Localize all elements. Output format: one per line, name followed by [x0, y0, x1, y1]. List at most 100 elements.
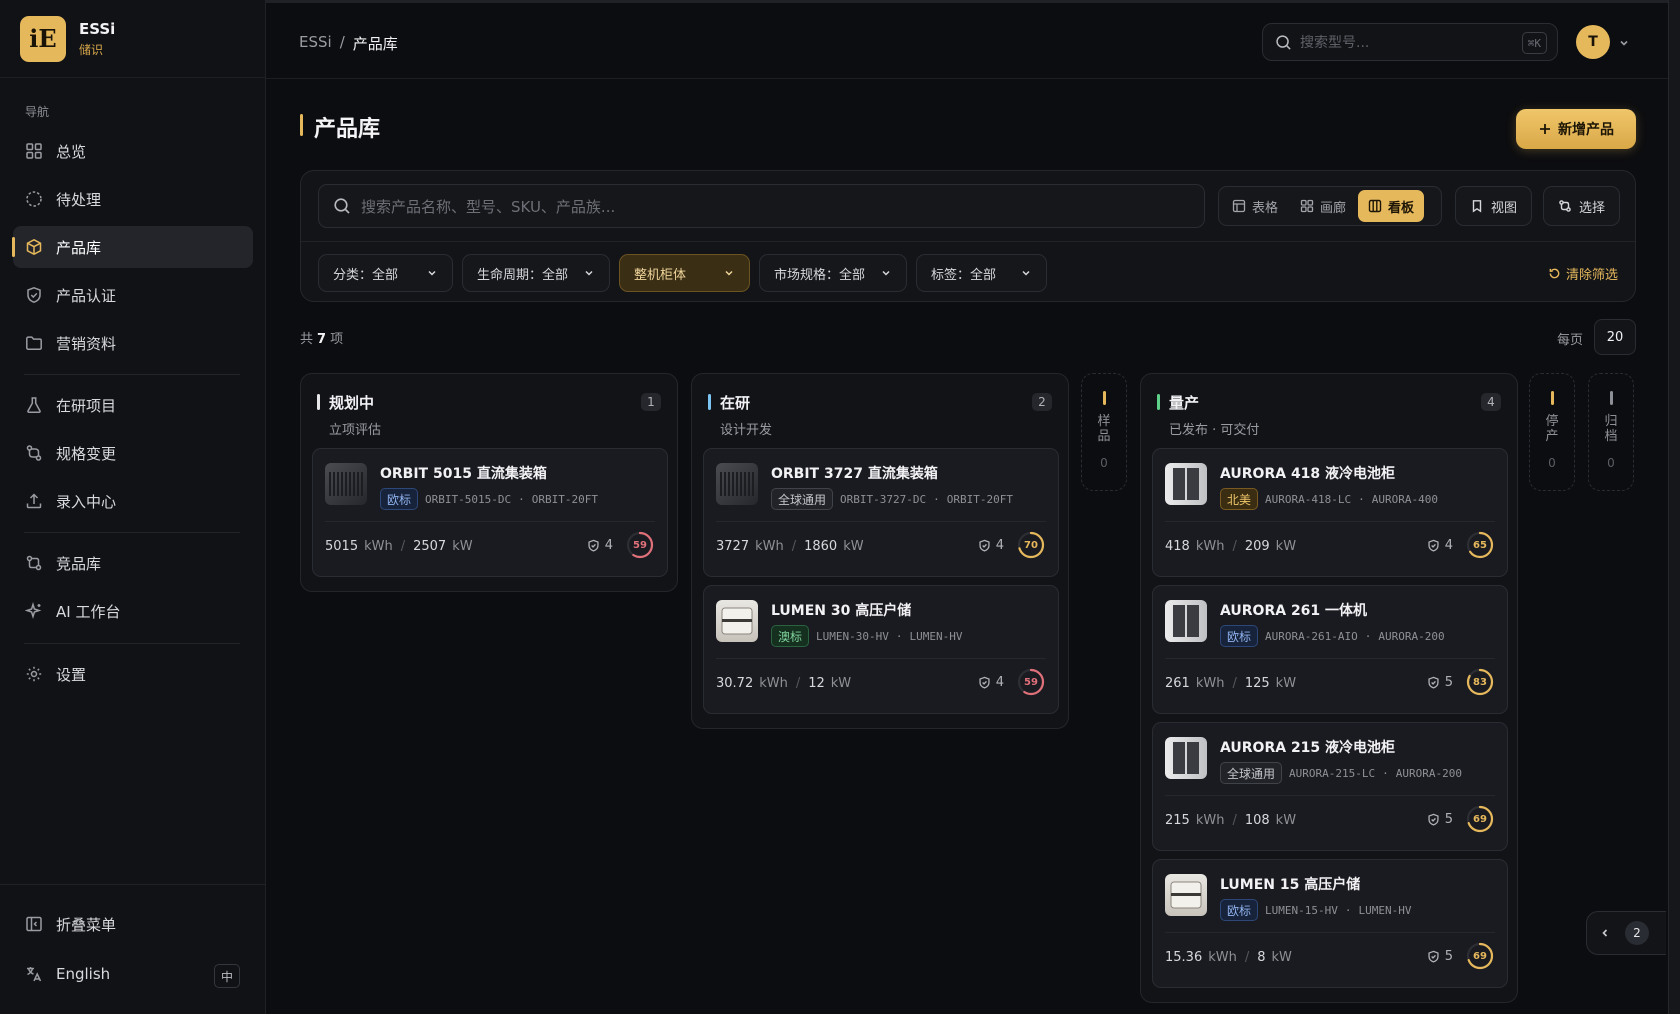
product-search-input[interactable]: 搜索产品名称、型号、SKU、产品族...: [318, 184, 1205, 228]
sidebar-item-marketing[interactable]: 营销资料: [13, 322, 253, 364]
product-thumbnail: [1165, 463, 1207, 505]
sidebar-item-settings[interactable]: 设置: [13, 653, 253, 695]
sidebar-item-pending[interactable]: 待处理: [13, 178, 253, 220]
product-specs: 3727 kWh / 1860 kW: [716, 539, 864, 554]
collapsed-column-count: 0: [1607, 456, 1615, 470]
sparkle-icon: [25, 602, 42, 620]
scrollbar[interactable]: [1668, 0, 1680, 1014]
table-icon: [1232, 199, 1246, 213]
collapse-menu-label: 折叠菜单: [56, 915, 117, 934]
view-table-button[interactable]: 表格: [1222, 190, 1288, 222]
chevron-down-icon: [882, 270, 890, 276]
column-title: 规划中: [317, 392, 374, 413]
power-unit: kW: [452, 539, 473, 554]
plus-icon: [1540, 124, 1550, 134]
per-page-select[interactable]: 20: [1594, 319, 1636, 355]
global-search-input[interactable]: 搜索型号... ⌘K: [1262, 23, 1558, 61]
product-sku: ORBIT-5015-DC: [425, 492, 512, 506]
sidebar-item-competitors[interactable]: 竞品库: [13, 542, 253, 584]
card-divider: [716, 521, 1046, 522]
sidebar-item-label: 规格变更: [56, 444, 117, 463]
saved-view-button[interactable]: 视图: [1455, 186, 1532, 226]
pending-icon: [26, 191, 42, 207]
avatar[interactable]: T: [1576, 25, 1610, 59]
product-meta: 欧标 LUMEN-15-HV · LUMEN-HV: [1220, 899, 1411, 921]
product-meta: 全球通用 ORBIT-3727-DC · ORBIT-20FT: [771, 488, 1013, 510]
product-thumbnail: [716, 463, 758, 505]
collapsed-column-count: 0: [1548, 456, 1556, 470]
product-family: LUMEN-HV: [909, 629, 963, 643]
score-value: 65: [1473, 539, 1487, 551]
product-card[interactable]: LUMEN 15 高压户储 欧标 LUMEN-15-HV · LUMEN-HV 15.36…: [1152, 859, 1508, 988]
grid-icon: [26, 143, 42, 159]
filter-tag-dropdown[interactable]: 标签：全部: [916, 254, 1047, 292]
power-unit: kW: [1275, 539, 1297, 554]
brand-subtitle: 储识: [79, 42, 104, 57]
certification-count: 5: [1427, 812, 1453, 827]
sidebar-item-overview[interactable]: 总览: [13, 130, 253, 172]
chevron-left-icon[interactable]: [1599, 927, 1611, 939]
upload-icon: [26, 493, 42, 509]
select-mode-button[interactable]: 选择: [1543, 186, 1620, 226]
product-card[interactable]: ORBIT 3727 直流集装箱 全球通用 ORBIT-3727-DC · ORBIT-…: [703, 448, 1059, 577]
clear-filters-button[interactable]: 清除筛选: [1548, 264, 1618, 283]
product-card[interactable]: LUMEN 30 高压户储 澳标 LUMEN-30-HV · LUMEN-HV 30.72…: [703, 585, 1059, 714]
product-card[interactable]: AURORA 261 一体机 欧标 AURORA-261-AIO · AURORA-20…: [1152, 585, 1508, 714]
collapse-menu-button[interactable]: 折叠菜单: [13, 903, 253, 945]
sidebar-item-entry-center[interactable]: 录入中心: [13, 480, 253, 522]
column-count-badge: 4: [1481, 393, 1501, 411]
collapsed-column-label: 停产: [1545, 414, 1559, 444]
energy-value: 30.72: [716, 676, 754, 691]
kanban-column: 规划中 立项评估 1 ORBIT 5015 直流集装箱 欧标 ORBIT-5015-DC ·…: [300, 373, 678, 592]
filter-form-factor-dropdown[interactable]: 整机柜体: [619, 254, 750, 292]
add-product-button[interactable]: 新增产品: [1516, 109, 1636, 149]
count-value: 7: [317, 332, 327, 347]
product-card[interactable]: AURORA 215 液冷电池柜 全球通用 AURORA-215-LC · AURORA…: [1152, 722, 1508, 851]
sidebar-item-label: 营销资料: [56, 334, 117, 353]
filter-form-factor-label: 整机柜体: [634, 267, 687, 283]
sidebar-item-ai-workbench[interactable]: AI 工作台: [13, 590, 253, 632]
chevron-down-icon[interactable]: [1618, 37, 1630, 49]
search-icon: [334, 198, 350, 214]
saved-view-label: 视图: [1490, 200, 1517, 216]
product-meta: 欧标 ORBIT-5015-DC · ORBIT-20FT: [380, 488, 598, 510]
filter-market-dropdown[interactable]: 市场规格：全部: [759, 254, 907, 292]
column-color-bar: [1609, 391, 1613, 405]
energy-unit: kWh: [364, 539, 393, 554]
collapsed-column[interactable]: 停产 0: [1529, 373, 1575, 491]
sidebar-item-spec-changes[interactable]: 规格变更: [13, 432, 253, 474]
breadcrumb-root[interactable]: ESSi: [299, 33, 332, 54]
brand[interactable]: iE ESSi 储识: [0, 0, 265, 78]
git-compare-icon: [26, 445, 42, 461]
breadcrumb: ESSi / 产品库: [299, 33, 398, 54]
product-card[interactable]: ORBIT 5015 直流集装箱 欧标 ORBIT-5015-DC · ORBIT-20…: [312, 448, 668, 577]
product-thumbnail: [1165, 737, 1207, 779]
product-card[interactable]: AURORA 418 液冷电池柜 北美 AURORA-418-LC · AURORA-4…: [1152, 448, 1508, 577]
product-thumbnail: [1165, 874, 1207, 916]
filter-category-dropdown[interactable]: 分类：全部: [318, 254, 453, 292]
filter-lifecycle-dropdown[interactable]: 生命周期：全部: [462, 254, 610, 292]
global-search-placeholder: 搜索型号...: [1300, 35, 1370, 51]
sidebar-item-rnd-projects[interactable]: 在研项目: [13, 384, 253, 426]
gear-icon: [26, 666, 42, 682]
collapsed-column[interactable]: 样品 0: [1081, 373, 1127, 491]
view-gallery-button[interactable]: 画廊: [1290, 190, 1356, 222]
filter-lifecycle-label: 生命周期：全部: [477, 267, 569, 283]
spec-separator: /: [1244, 950, 1250, 965]
collapsed-column[interactable]: 归档 0: [1588, 373, 1634, 491]
product-specs: 5015 kWh / 2507 kW: [325, 539, 473, 554]
sidebar-item-label: 竞品库: [56, 554, 102, 573]
product-specs: 418 kWh / 209 kW: [1165, 539, 1296, 554]
view-kanban-button[interactable]: 看板: [1358, 190, 1425, 222]
product-name: AURORA 215 液冷电池柜: [1220, 740, 1396, 756]
search-shortcut-badge: ⌘K: [1521, 32, 1547, 54]
meta-separator: ·: [1358, 492, 1365, 506]
sidebar-item-certification[interactable]: 产品认证: [13, 274, 253, 316]
count-suffix: 项: [330, 332, 344, 347]
sidebar-item-products[interactable]: 产品库: [12, 226, 253, 268]
page-number[interactable]: 2: [1625, 921, 1649, 945]
chevron-down-icon: [585, 270, 593, 276]
energy-value: 3727: [716, 539, 750, 554]
language-toggle[interactable]: 中: [214, 964, 240, 988]
score-value: 69: [1473, 813, 1487, 825]
